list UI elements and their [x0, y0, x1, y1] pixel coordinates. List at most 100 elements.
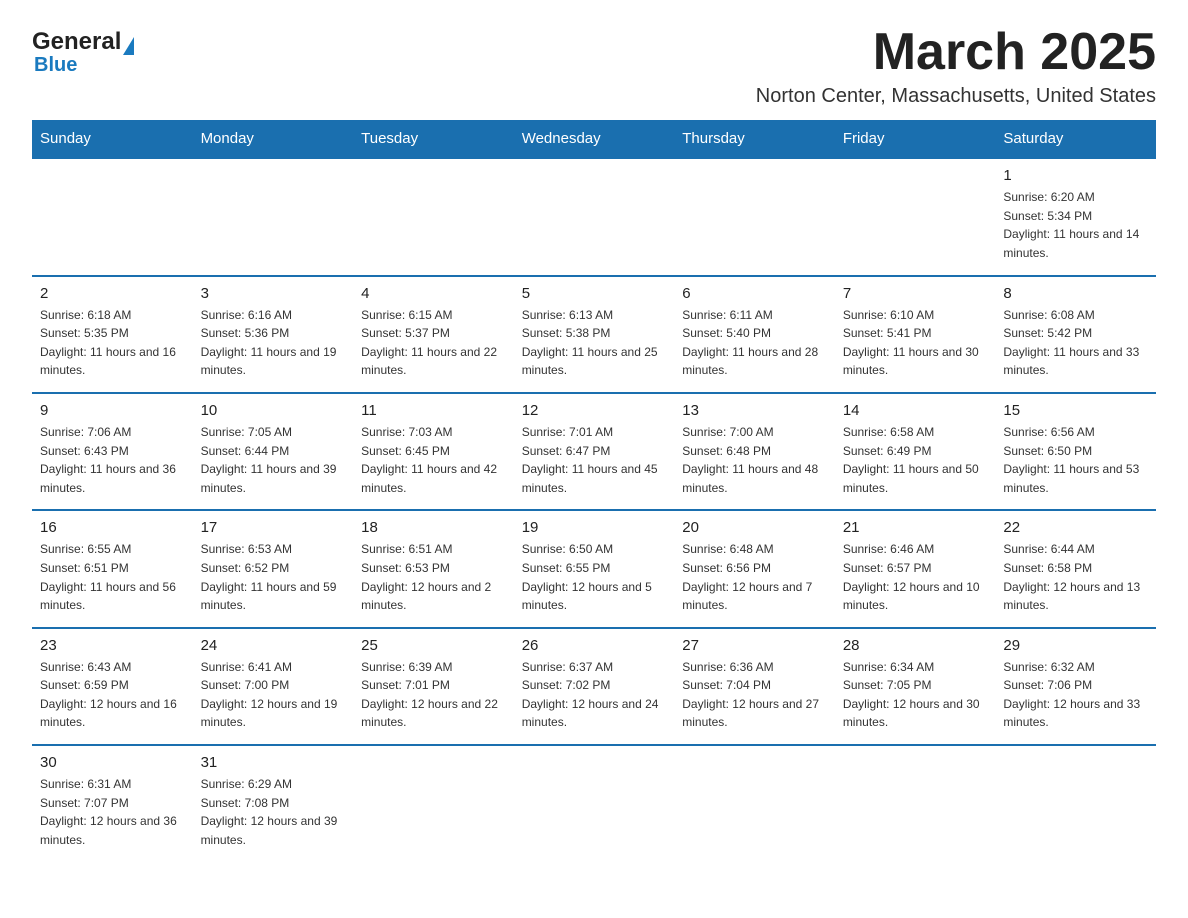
calendar-title: March 2025	[756, 24, 1156, 81]
calendar-table: Sunday Monday Tuesday Wednesday Thursday…	[32, 120, 1156, 861]
calendar-cell: 4 Sunrise: 6:15 AM Sunset: 5:37 PM Daylig…	[353, 276, 514, 393]
day-info: Sunrise: 6:31 AM Sunset: 7:07 PM Dayligh…	[40, 775, 185, 849]
day-info: Sunrise: 7:05 AM Sunset: 6:44 PM Dayligh…	[201, 423, 346, 497]
day-info: Sunrise: 6:43 AM Sunset: 6:59 PM Dayligh…	[40, 658, 185, 732]
header: General Blue March 2025 Norton Center, M…	[32, 24, 1156, 108]
day-number: 12	[522, 402, 667, 419]
day-number: 1	[1003, 167, 1148, 184]
day-info: Sunrise: 7:03 AM Sunset: 6:45 PM Dayligh…	[361, 423, 506, 497]
calendar-cell	[835, 158, 996, 275]
day-number: 13	[682, 402, 827, 419]
calendar-cell	[353, 745, 514, 861]
day-number: 26	[522, 637, 667, 654]
day-number: 25	[361, 637, 506, 654]
day-info: Sunrise: 6:55 AM Sunset: 6:51 PM Dayligh…	[40, 540, 185, 614]
day-info: Sunrise: 6:53 AM Sunset: 6:52 PM Dayligh…	[201, 540, 346, 614]
day-info: Sunrise: 6:18 AM Sunset: 5:35 PM Dayligh…	[40, 306, 185, 380]
day-number: 23	[40, 637, 185, 654]
calendar-cell: 9 Sunrise: 7:06 AM Sunset: 6:43 PM Daylig…	[32, 393, 193, 510]
calendar-cell: 25Sunrise: 6:39 AM Sunset: 7:01 PM Dayli…	[353, 628, 514, 745]
day-number: 11	[361, 402, 506, 419]
calendar-cell: 19 Sunrise: 6:50 AM Sunset: 6:55 PM Dayli…	[514, 510, 675, 627]
day-number: 16	[40, 519, 185, 536]
header-saturday: Saturday	[995, 120, 1156, 158]
logo-general-text: General	[32, 28, 121, 56]
day-info: Sunrise: 7:06 AM Sunset: 6:43 PM Dayligh…	[40, 423, 185, 497]
day-info: Sunrise: 6:15 AM Sunset: 5:37 PM Dayligh…	[361, 306, 506, 380]
calendar-subtitle: Norton Center, Massachusetts, United Sta…	[756, 85, 1156, 108]
calendar-cell: 23 Sunrise: 6:43 AM Sunset: 6:59 PM Dayli…	[32, 628, 193, 745]
calendar-cell: 3 Sunrise: 6:16 AM Sunset: 5:36 PM Daylig…	[193, 276, 354, 393]
calendar-cell: 11 Sunrise: 7:03 AM Sunset: 6:45 PM Dayli…	[353, 393, 514, 510]
day-info: Sunrise: 6:51 AM Sunset: 6:53 PM Dayligh…	[361, 540, 506, 614]
day-number: 21	[843, 519, 988, 536]
calendar-cell	[193, 158, 354, 275]
day-number: 24	[201, 637, 346, 654]
day-number: 15	[1003, 402, 1148, 419]
calendar-cell	[353, 158, 514, 275]
calendar-cell: 28 Sunrise: 6:34 AM Sunset: 7:05 PM Dayli…	[835, 628, 996, 745]
day-number: 8	[1003, 285, 1148, 302]
calendar-cell	[32, 158, 193, 275]
calendar-cell: 1 Sunrise: 6:20 AM Sunset: 5:34 PM Daylig…	[995, 158, 1156, 275]
day-info: Sunrise: 6:34 AM Sunset: 7:05 PM Dayligh…	[843, 658, 988, 732]
calendar-cell: 22 Sunrise: 6:44 AM Sunset: 6:58 PM Dayli…	[995, 510, 1156, 627]
day-number: 2	[40, 285, 185, 302]
logo-triangle-icon	[123, 37, 134, 55]
day-number: 6	[682, 285, 827, 302]
day-info: Sunrise: 6:50 AM Sunset: 6:55 PM Dayligh…	[522, 540, 667, 614]
calendar-cell: 6Sunrise: 6:11 AM Sunset: 5:40 PM Daylig…	[674, 276, 835, 393]
day-number: 22	[1003, 519, 1148, 536]
calendar-week-row: 30Sunrise: 6:31 AM Sunset: 7:07 PM Dayli…	[32, 745, 1156, 861]
calendar-week-row: 23 Sunrise: 6:43 AM Sunset: 6:59 PM Dayli…	[32, 628, 1156, 745]
day-info: Sunrise: 6:13 AM Sunset: 5:38 PM Dayligh…	[522, 306, 667, 380]
day-number: 4	[361, 285, 506, 302]
day-number: 9	[40, 402, 185, 419]
day-info: Sunrise: 6:56 AM Sunset: 6:50 PM Dayligh…	[1003, 423, 1148, 497]
day-number: 5	[522, 285, 667, 302]
header-monday: Monday	[193, 120, 354, 158]
day-number: 20	[682, 519, 827, 536]
calendar-cell: 27Sunrise: 6:36 AM Sunset: 7:04 PM Dayli…	[674, 628, 835, 745]
calendar-cell: 7 Sunrise: 6:10 AM Sunset: 5:41 PM Daylig…	[835, 276, 996, 393]
calendar-week-row: 16 Sunrise: 6:55 AM Sunset: 6:51 PM Dayli…	[32, 510, 1156, 627]
calendar-cell: 26Sunrise: 6:37 AM Sunset: 7:02 PM Dayli…	[514, 628, 675, 745]
day-info: Sunrise: 7:01 AM Sunset: 6:47 PM Dayligh…	[522, 423, 667, 497]
day-info: Sunrise: 6:29 AM Sunset: 7:08 PM Dayligh…	[201, 775, 346, 849]
day-number: 7	[843, 285, 988, 302]
day-info: Sunrise: 6:16 AM Sunset: 5:36 PM Dayligh…	[201, 306, 346, 380]
calendar-cell: 29Sunrise: 6:32 AM Sunset: 7:06 PM Dayli…	[995, 628, 1156, 745]
calendar-cell	[514, 158, 675, 275]
calendar-header-row: Sunday Monday Tuesday Wednesday Thursday…	[32, 120, 1156, 158]
calendar-cell: 24 Sunrise: 6:41 AM Sunset: 7:00 PM Dayli…	[193, 628, 354, 745]
day-info: Sunrise: 6:10 AM Sunset: 5:41 PM Dayligh…	[843, 306, 988, 380]
day-info: Sunrise: 6:58 AM Sunset: 6:49 PM Dayligh…	[843, 423, 988, 497]
day-number: 18	[361, 519, 506, 536]
day-number: 10	[201, 402, 346, 419]
calendar-cell: 2 Sunrise: 6:18 AM Sunset: 5:35 PM Daylig…	[32, 276, 193, 393]
day-info: Sunrise: 6:41 AM Sunset: 7:00 PM Dayligh…	[201, 658, 346, 732]
calendar-cell	[514, 745, 675, 861]
calendar-cell: 17Sunrise: 6:53 AM Sunset: 6:52 PM Dayli…	[193, 510, 354, 627]
day-info: Sunrise: 6:20 AM Sunset: 5:34 PM Dayligh…	[1003, 188, 1148, 262]
day-number: 28	[843, 637, 988, 654]
calendar-cell	[835, 745, 996, 861]
day-info: Sunrise: 6:32 AM Sunset: 7:06 PM Dayligh…	[1003, 658, 1148, 732]
calendar-cell	[674, 158, 835, 275]
day-info: Sunrise: 6:36 AM Sunset: 7:04 PM Dayligh…	[682, 658, 827, 732]
day-info: Sunrise: 6:44 AM Sunset: 6:58 PM Dayligh…	[1003, 540, 1148, 614]
header-wednesday: Wednesday	[514, 120, 675, 158]
calendar-cell: 30Sunrise: 6:31 AM Sunset: 7:07 PM Dayli…	[32, 745, 193, 861]
calendar-week-row: 9 Sunrise: 7:06 AM Sunset: 6:43 PM Daylig…	[32, 393, 1156, 510]
calendar-cell: 18 Sunrise: 6:51 AM Sunset: 6:53 PM Dayli…	[353, 510, 514, 627]
day-info: Sunrise: 7:00 AM Sunset: 6:48 PM Dayligh…	[682, 423, 827, 497]
day-number: 3	[201, 285, 346, 302]
header-sunday: Sunday	[32, 120, 193, 158]
calendar-cell: 10 Sunrise: 7:05 AM Sunset: 6:44 PM Dayli…	[193, 393, 354, 510]
day-number: 19	[522, 519, 667, 536]
day-info: Sunrise: 6:46 AM Sunset: 6:57 PM Dayligh…	[843, 540, 988, 614]
calendar-cell: 21 Sunrise: 6:46 AM Sunset: 6:57 PM Dayli…	[835, 510, 996, 627]
calendar-cell: 16 Sunrise: 6:55 AM Sunset: 6:51 PM Dayli…	[32, 510, 193, 627]
header-tuesday: Tuesday	[353, 120, 514, 158]
calendar-cell	[674, 745, 835, 861]
